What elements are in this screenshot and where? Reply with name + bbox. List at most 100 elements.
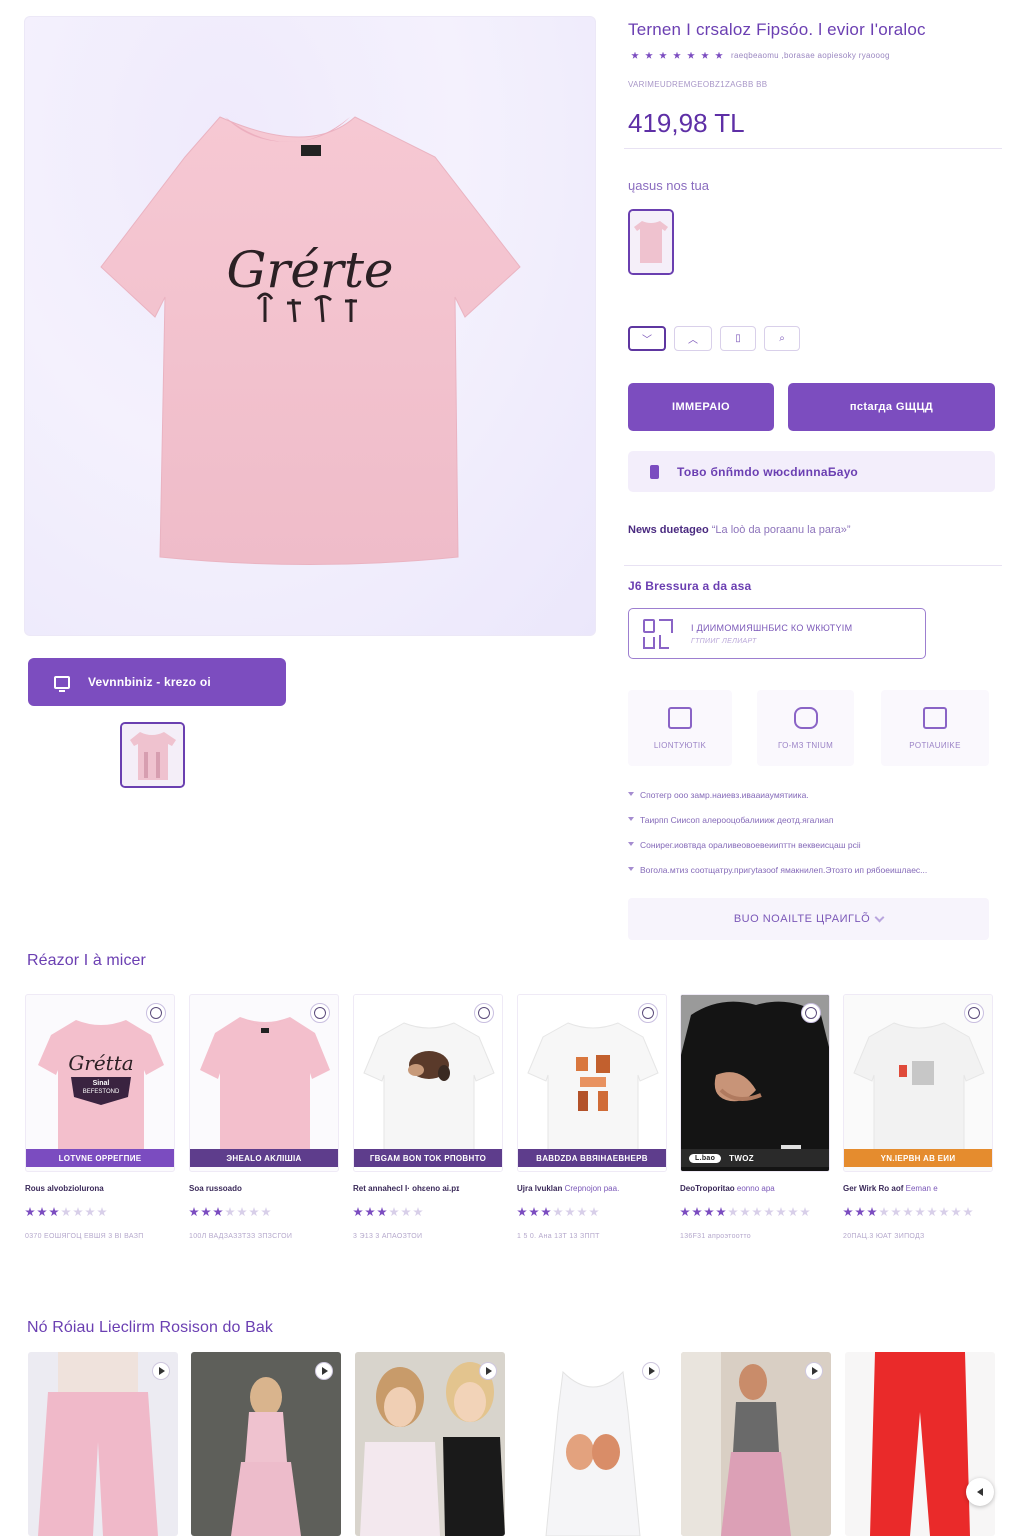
product-price: 419,98 TL	[628, 108, 745, 138]
shipping-box[interactable]: I ДИИМОМИЯШНБИС КО WКЮТYIM ГТПИИГ ЛЕЛИАР…	[628, 608, 926, 659]
chevron-down-icon	[874, 912, 885, 922]
detail-bullet: Сонирег.иовтвда ораливеовоевеиипттн векв…	[628, 840, 998, 865]
video-card[interactable]	[355, 1352, 505, 1536]
card-meta: 136F31 апроэтоотто	[680, 1233, 751, 1240]
card-rating	[25, 1207, 177, 1217]
card-rating	[843, 1207, 995, 1217]
size-options: ﹀ ︿ ▯ ⌕	[628, 326, 800, 351]
product-card-image[interactable]: ГВGAM BON TOK PПOBHTO	[353, 994, 503, 1172]
play-icon[interactable]	[642, 1362, 660, 1380]
favorite-icon[interactable]	[638, 1003, 658, 1023]
size-option[interactable]: ︿	[674, 326, 712, 351]
star-icon	[645, 51, 653, 59]
card-name: Ujra lvuklan Crepnojon paa.	[517, 1184, 620, 1193]
video-card[interactable]	[518, 1352, 668, 1536]
card-name: Ret annahecl I· ohɛeno ai.pɪ	[353, 1184, 460, 1193]
product-photo-card[interactable]	[845, 1352, 995, 1536]
monitor-icon	[54, 675, 70, 692]
product-sku: VARIMEUDREMGEOBZ1ZAGBB BB	[628, 80, 768, 89]
carousel-prev-button[interactable]	[966, 1478, 994, 1506]
card-meta: 100Л ВАДЗАЗЗТЗЗ ЗПЗСГОЙ	[189, 1233, 293, 1240]
product-card[interactable]: L.bao TWOZ DeoTroporitao eonno apa 136F3…	[680, 994, 832, 1280]
star-icon	[701, 51, 709, 59]
video-card[interactable]	[191, 1352, 341, 1536]
play-icon[interactable]	[479, 1362, 497, 1380]
gallery-thumbnail[interactable]	[120, 722, 185, 788]
card-badge: YN.IEPBH AB EИИ	[844, 1149, 992, 1167]
star-icon	[673, 51, 681, 59]
card-badge: ГВGAM BON TOK PПOBHTO	[354, 1149, 502, 1167]
tank-top-photo	[518, 1352, 668, 1536]
seller-label: News duetageo	[628, 524, 709, 536]
seller-line[interactable]: News duetageo “La loò da poraanu la para…	[628, 524, 851, 536]
product-card[interactable]: YN.IEPBH AB EИИ Ger Wirk Ro aof Eeman e …	[843, 994, 995, 1280]
buy-now-button[interactable]: IMMEPAIO	[628, 383, 774, 431]
shirt-print-text: BEFESTOND	[83, 1089, 120, 1095]
stock-notice[interactable]: Товo бnñmdo wюсdиnnaБауо	[628, 451, 995, 492]
product-card-image[interactable]: L.bao TWOZ	[680, 994, 830, 1172]
card-badge: BABDZDA BВЯIHAEBHEPB	[518, 1149, 666, 1167]
star-icon	[631, 51, 639, 59]
card-name: DeoTroporitao eonno apa	[680, 1184, 775, 1193]
star-icon	[687, 51, 695, 59]
play-icon[interactable]	[152, 1362, 170, 1380]
favorite-icon[interactable]	[964, 1003, 984, 1023]
product-main-image[interactable]: Grérte	[24, 16, 596, 636]
favorite-icon[interactable]	[146, 1003, 166, 1023]
product-card-image[interactable]: BABDZDA BВЯIHAEBHEPB	[517, 994, 667, 1172]
product-card[interactable]: ЭHEALO AKЛIШIA Soa russoado 100Л ВАДЗАЗЗ…	[189, 994, 341, 1280]
box-icon	[793, 706, 818, 729]
card-rating	[680, 1207, 832, 1217]
star-icon	[659, 51, 667, 59]
card-badge-tag: L.bao	[689, 1153, 722, 1163]
share-button-label: Vevnnbiniz ‑ krezo oi	[88, 675, 211, 689]
video-card[interactable]	[681, 1352, 831, 1536]
shipping-line-1: I ДИИМОМИЯШНБИС КО WКЮТYIM	[691, 622, 853, 633]
product-card-image[interactable]: ЭHEALO AKЛIШIA	[189, 994, 339, 1172]
rating-row[interactable]: raeqbeaomu ,borasae aopiesoky ryaooog	[631, 51, 890, 60]
red-trousers-photo	[845, 1352, 995, 1536]
size-option[interactable]: ▯	[720, 326, 756, 351]
size-option[interactable]: ⌕	[764, 326, 800, 351]
model-photo	[681, 1352, 831, 1536]
recommendations-title: Nó Róiau Lieclirm Rosison do Bak	[27, 1319, 273, 1336]
play-icon[interactable]	[315, 1362, 333, 1380]
card-name: Soa russoado	[189, 1184, 242, 1193]
feature-tile: ГО‑МЗ ТNIUM	[757, 690, 854, 766]
detail-bullet: Спотегр ооо замр.наиевз.ивааиаумятиика.	[628, 790, 998, 815]
gift-icon	[923, 706, 947, 729]
product-card-image[interactable]: YN.IEPBH AB EИИ	[843, 994, 993, 1172]
shirt-print-text: Sinal	[93, 1080, 110, 1087]
shipping-title: J6 Bressura a da asa	[628, 579, 752, 593]
shipping-line-2: ГТПИИГ ЛЕЛИАРТ	[691, 637, 757, 645]
product-card[interactable]: Grétta Sinal BEFESTOND LOTVNE OPPEГПИЕ R…	[25, 994, 177, 1280]
feature-tile: LIONTУЮTIK	[628, 690, 732, 766]
delivery-icon	[643, 618, 675, 649]
favorite-icon[interactable]	[310, 1003, 330, 1023]
product-card[interactable]: ГВGAM BON TOK PПOBHTO Ret annahecl I· oh…	[353, 994, 505, 1280]
video-card[interactable]	[28, 1352, 178, 1536]
share-button[interactable]: Vevnnbiniz ‑ krezo oi	[28, 658, 286, 706]
size-option[interactable]: ﹀	[628, 326, 666, 351]
divider	[624, 565, 1002, 566]
favorite-icon[interactable]	[801, 1003, 821, 1023]
show-more-button[interactable]: BUO NOAILTE ЦРАИГLÕ	[628, 898, 989, 940]
play-icon[interactable]	[805, 1362, 823, 1380]
card-meta: 3 Э13 3 АПАОЗТОЙ	[353, 1233, 423, 1240]
shirt-print-text: Grétta	[68, 1051, 133, 1075]
product-card-image[interactable]: Grétta Sinal BEFESTOND LOTVNE OPPEГПИЕ	[25, 994, 175, 1172]
color-label: ųasus nos tua	[628, 178, 709, 193]
review-count[interactable]: raeqbeaomu ,borasae aopiesoky ryaooog	[731, 51, 890, 60]
add-to-cart-button[interactable]: псtагда GЩЦД	[788, 383, 995, 431]
favorite-icon[interactable]	[474, 1003, 494, 1023]
product-details-list: Спотегр ооо замр.наиевз.ивааиаумятиика. …	[628, 790, 998, 890]
card-rating	[353, 1207, 505, 1217]
card-badge-label: TWOZ	[729, 1153, 754, 1163]
bookmark-icon	[650, 464, 659, 479]
product-card[interactable]: BABDZDA BВЯIHAEBHEPB Ujra lvuklan Crepno…	[517, 994, 669, 1280]
card-badge: L.bao TWOZ	[681, 1149, 829, 1167]
shirt-print-text: Grérte	[226, 241, 393, 299]
thumbnail-image	[122, 724, 183, 786]
color-swatch-pink[interactable]	[628, 209, 674, 275]
card-name: Rous alvobziolurona	[25, 1184, 104, 1193]
